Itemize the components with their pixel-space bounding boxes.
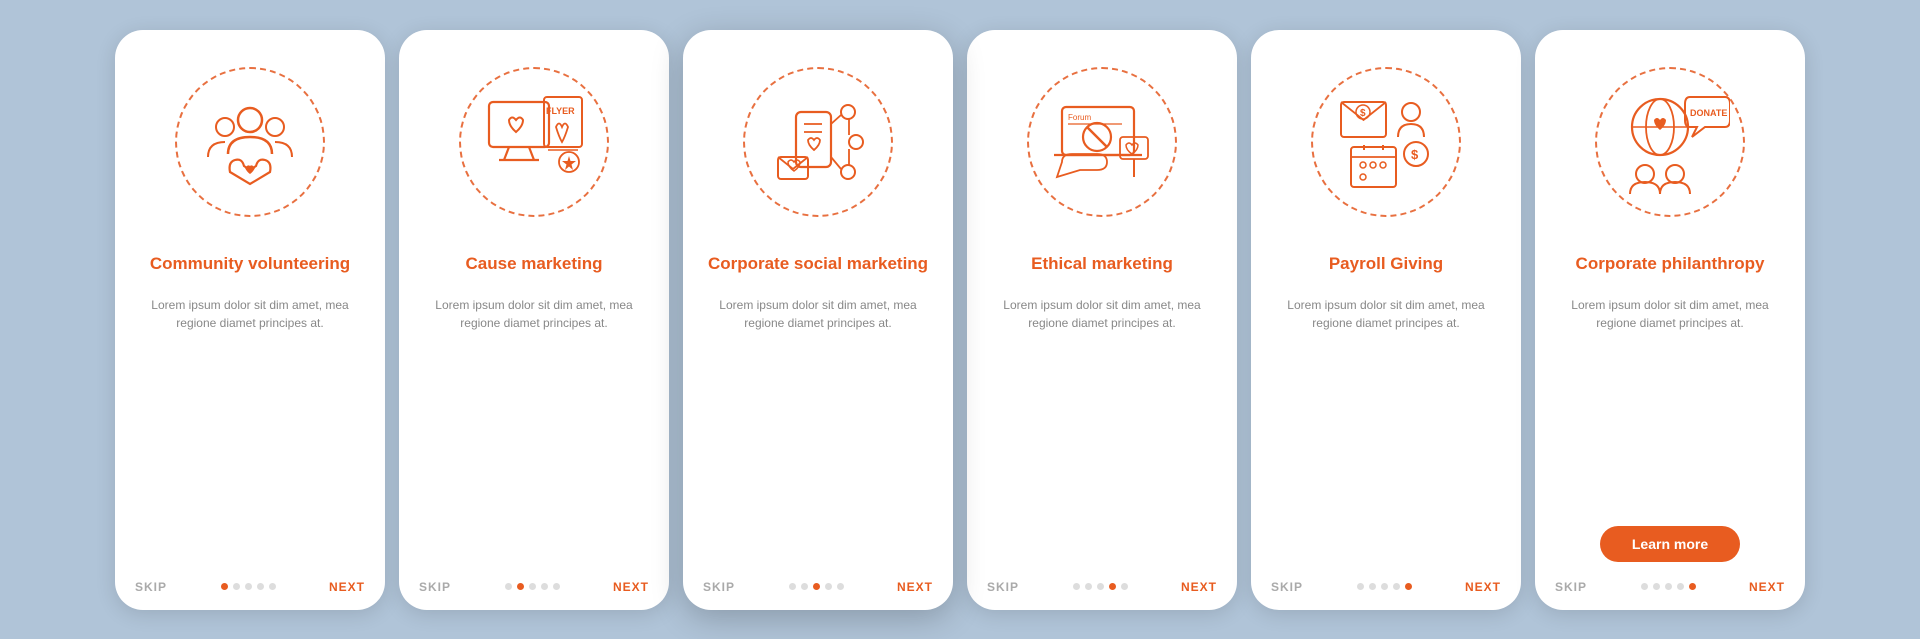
card-body-5: Lorem ipsum dolor sit dim amet, mea regi…	[1271, 296, 1501, 562]
nav-row-3: SKIP NEXT	[703, 576, 933, 594]
dot	[1393, 583, 1400, 590]
dots-5	[1357, 583, 1412, 590]
dot	[1677, 583, 1684, 590]
dot	[541, 583, 548, 590]
dot	[245, 583, 252, 590]
dot	[269, 583, 276, 590]
dot	[257, 583, 264, 590]
card-title-4: Ethical marketing	[1031, 242, 1173, 286]
card-body-2: Lorem ipsum dolor sit dim amet, mea regi…	[419, 296, 649, 562]
dot	[1405, 583, 1412, 590]
dashed-circle	[743, 67, 893, 217]
dot	[837, 583, 844, 590]
card-title-3: Corporate social marketing	[708, 242, 928, 286]
dot	[801, 583, 808, 590]
card-body-6: Lorem ipsum dolor sit dim amet, mea regi…	[1555, 296, 1785, 512]
next-button-2[interactable]: NEXT	[613, 580, 649, 594]
dot	[1689, 583, 1696, 590]
skip-button-6[interactable]: SKIP	[1555, 580, 1587, 594]
next-button-5[interactable]: NEXT	[1465, 580, 1501, 594]
dot	[825, 583, 832, 590]
dot	[1665, 583, 1672, 590]
dot	[505, 583, 512, 590]
skip-button-5[interactable]: SKIP	[1271, 580, 1303, 594]
card-body-4: Lorem ipsum dolor sit dim amet, mea regi…	[987, 296, 1217, 562]
illustration-social	[728, 52, 908, 232]
card-body-3: Lorem ipsum dolor sit dim amet, mea regi…	[703, 296, 933, 562]
card-title-5: Payroll Giving	[1329, 242, 1443, 286]
dot	[1357, 583, 1364, 590]
dot	[1381, 583, 1388, 590]
card-title-2: Cause marketing	[466, 242, 603, 286]
card-payroll-giving: $ $ Payroll Giving Lorem ipsum dolor sit…	[1251, 30, 1521, 610]
skip-button-3[interactable]: SKIP	[703, 580, 735, 594]
dot	[1121, 583, 1128, 590]
dot	[221, 583, 228, 590]
dot	[1653, 583, 1660, 590]
dot	[517, 583, 524, 590]
skip-button-4[interactable]: SKIP	[987, 580, 1019, 594]
learn-more-button[interactable]: Learn more	[1600, 526, 1740, 562]
dots-6	[1641, 583, 1696, 590]
skip-button-1[interactable]: SKIP	[135, 580, 167, 594]
next-button-6[interactable]: NEXT	[1749, 580, 1785, 594]
illustration-community	[160, 52, 340, 232]
dot	[1109, 583, 1116, 590]
dot	[789, 583, 796, 590]
dashed-circle	[1311, 67, 1461, 217]
cards-container: Community volunteering Lorem ipsum dolor…	[115, 30, 1805, 610]
nav-row-5: SKIP NEXT	[1271, 576, 1501, 594]
dot	[1097, 583, 1104, 590]
card-title-6: Corporate philanthropy	[1576, 242, 1765, 286]
dot	[1085, 583, 1092, 590]
dot	[1369, 583, 1376, 590]
dot	[233, 583, 240, 590]
dots-2	[505, 583, 560, 590]
nav-row-1: SKIP NEXT	[135, 576, 365, 594]
next-button-3[interactable]: NEXT	[897, 580, 933, 594]
dot	[553, 583, 560, 590]
dashed-circle	[459, 67, 609, 217]
card-community-volunteering: Community volunteering Lorem ipsum dolor…	[115, 30, 385, 610]
dot	[813, 583, 820, 590]
card-ethical-marketing: Forum Ethical marketing Lorem ipsum dolo…	[967, 30, 1237, 610]
dots-4	[1073, 583, 1128, 590]
next-button-1[interactable]: NEXT	[329, 580, 365, 594]
skip-button-2[interactable]: SKIP	[419, 580, 451, 594]
nav-row-2: SKIP NEXT	[419, 576, 649, 594]
dots-1	[221, 583, 276, 590]
illustration-ethical: Forum	[1012, 52, 1192, 232]
dashed-circle	[175, 67, 325, 217]
card-title-1: Community volunteering	[150, 242, 350, 286]
card-corporate-philanthropy: DONATE Corporate philanthropy Lorem ipsu…	[1535, 30, 1805, 610]
dot	[1073, 583, 1080, 590]
next-button-4[interactable]: NEXT	[1181, 580, 1217, 594]
illustration-cause: FLYER	[444, 52, 624, 232]
card-corporate-social: Corporate social marketing Lorem ipsum d…	[683, 30, 953, 610]
card-cause-marketing: FLYER Cause marketing Lorem ipsum dolor …	[399, 30, 669, 610]
dot	[1641, 583, 1648, 590]
card-body-1: Lorem ipsum dolor sit dim amet, mea regi…	[135, 296, 365, 562]
nav-row-4: SKIP NEXT	[987, 576, 1217, 594]
illustration-philanthropy: DONATE	[1580, 52, 1760, 232]
dot	[529, 583, 536, 590]
dots-3	[789, 583, 844, 590]
dashed-circle	[1595, 67, 1745, 217]
dashed-circle	[1027, 67, 1177, 217]
nav-row-6: SKIP NEXT	[1555, 576, 1785, 594]
illustration-payroll: $ $	[1296, 52, 1476, 232]
